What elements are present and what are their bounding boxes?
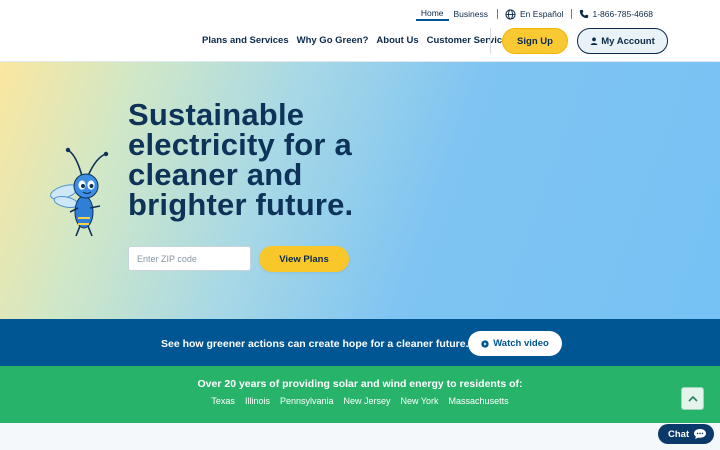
nav-why-go-green[interactable]: Why Go Green?	[297, 35, 369, 46]
globe-icon	[505, 8, 516, 20]
state-link-new-jersey[interactable]: New Jersey	[344, 396, 391, 406]
banner-text: See how greener actions can create hope …	[161, 338, 469, 350]
sign-up-button[interactable]: Sign Up	[502, 28, 568, 54]
my-account-label: My Account	[601, 35, 655, 47]
utility-divider	[497, 9, 499, 19]
firefly-mascot-icon	[48, 146, 118, 238]
main-nav: Plans and Services Why Go Green? About U…	[202, 35, 515, 46]
my-account-button[interactable]: My Account	[577, 28, 668, 54]
watch-video-button[interactable]: Watch video	[468, 331, 562, 356]
state-list: Texas Illinois Pennsylvania New Jersey N…	[0, 396, 720, 406]
state-link-pennsylvania[interactable]: Pennsylvania	[280, 396, 334, 406]
state-link-texas[interactable]: Texas	[211, 396, 235, 406]
chat-bubble-icon	[693, 428, 707, 440]
play-icon	[481, 339, 489, 348]
chat-label: Chat	[668, 428, 690, 440]
utility-nav: Home Business En Español 1-866-785-4668	[415, 8, 657, 21]
state-link-new-york[interactable]: New York	[401, 396, 439, 406]
hero-title: Sustainable electricity for a cleaner an…	[128, 97, 354, 222]
chevron-up-icon	[687, 395, 698, 402]
coverage-section: Over 20 years of providing solar and win…	[0, 366, 720, 423]
watch-video-label: Watch video	[493, 338, 549, 349]
site-header: Home Business En Español 1-866-785-4668 …	[0, 0, 720, 62]
state-link-massachusetts[interactable]: Massachusetts	[449, 396, 509, 406]
phone-icon	[579, 9, 589, 19]
language-label: En Español	[520, 9, 564, 19]
phone-link[interactable]: 1-866-785-4668	[576, 9, 657, 19]
hero-section: Sustainable electricity for a cleaner an…	[0, 62, 720, 319]
video-banner: See how greener actions can create hope …	[0, 319, 720, 366]
page-footer-strip	[0, 423, 720, 450]
language-link[interactable]: En Español	[502, 8, 566, 20]
coverage-title: Over 20 years of providing solar and win…	[197, 378, 523, 390]
nav-customer-service[interactable]: Customer Service	[427, 35, 508, 46]
nav-about-us[interactable]: About Us	[376, 35, 418, 46]
zip-code-input[interactable]	[128, 246, 251, 271]
phone-number: 1-866-785-4668	[592, 9, 654, 19]
nav-plans-and-services[interactable]: Plans and Services	[202, 35, 289, 46]
back-to-top-button[interactable]	[681, 387, 704, 410]
utility-divider	[570, 9, 572, 19]
view-plans-button[interactable]: View Plans	[259, 246, 349, 272]
business-link[interactable]: Business	[449, 9, 494, 19]
nav-divider	[490, 28, 491, 54]
home-link[interactable]: Home	[415, 8, 449, 21]
chat-button[interactable]: Chat	[658, 424, 714, 444]
user-icon	[590, 37, 598, 45]
state-link-illinois[interactable]: Illinois	[245, 396, 270, 406]
